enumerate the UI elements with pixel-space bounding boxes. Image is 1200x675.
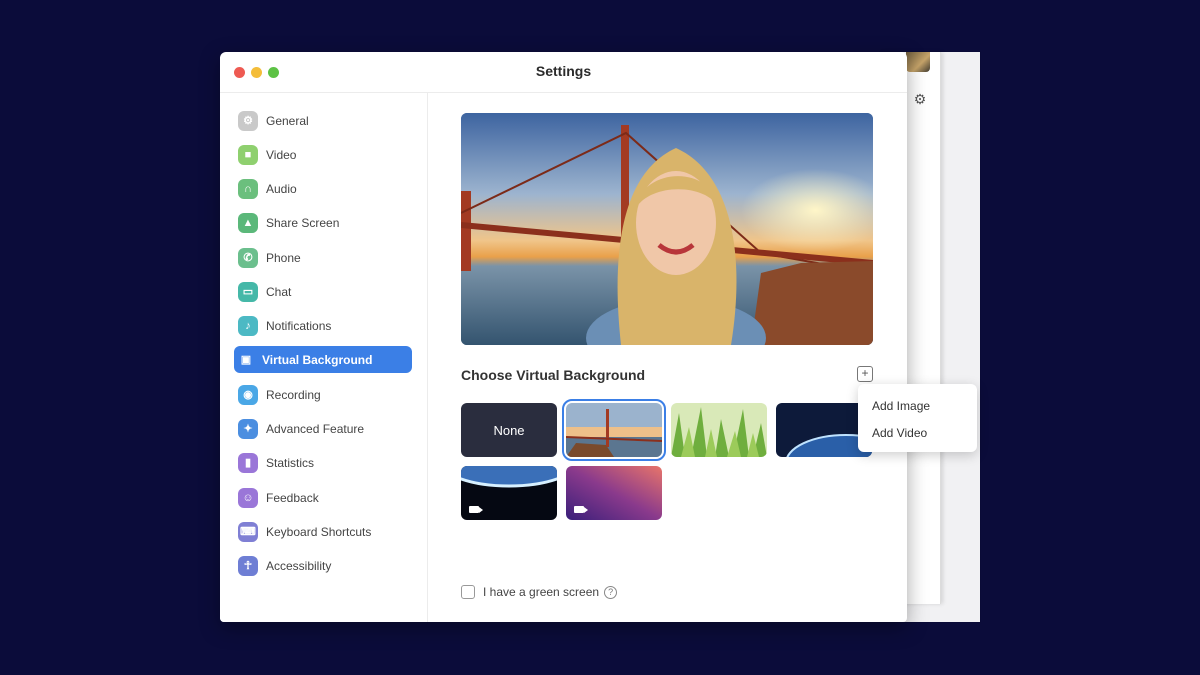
add-background-menu: Add Image Add Video <box>858 384 977 452</box>
sidebar-item-general[interactable]: ⚙ General <box>234 107 412 134</box>
sparkle-icon: ✦ <box>238 418 258 439</box>
title-bar: Settings <box>220 52 907 93</box>
sidebar-item-label: Virtual Background <box>262 352 373 367</box>
sidebar-item-share-screen[interactable]: ▲ Share Screen <box>234 209 412 236</box>
sidebar-item-advanced-feature[interactable]: ✦ Advanced Feature <box>234 415 412 442</box>
add-video-menu-item[interactable]: Add Video <box>872 426 927 440</box>
sidebar-item-label: Chat <box>266 284 292 299</box>
sidebar-item-label: Feedback <box>266 490 319 505</box>
keyboard-icon: ⌨ <box>238 521 258 542</box>
video-icon <box>469 506 483 513</box>
add-image-menu-item[interactable]: Add Image <box>872 399 930 413</box>
headphones-icon: ∩ <box>238 178 258 199</box>
person-icon: ▣ <box>240 354 252 366</box>
choose-background-title: Choose Virtual Background <box>461 367 646 383</box>
accessibility-icon: ☥ <box>238 555 258 576</box>
background-option-none[interactable]: None <box>461 403 557 457</box>
avatar[interactable] <box>906 52 930 72</box>
sidebar-item-statistics[interactable]: ▮ Statistics <box>234 449 412 476</box>
smiley-icon: ☺ <box>238 487 258 508</box>
sidebar-item-feedback[interactable]: ☺ Feedback <box>234 484 412 511</box>
green-screen-label: I have a green screen <box>483 585 600 599</box>
video-icon: ■ <box>238 144 258 165</box>
settings-window: Settings ⚙ General ■ Video ∩ Audio ▲ Sha… <box>220 52 907 622</box>
video-icon <box>574 506 588 513</box>
sidebar-item-chat[interactable]: ▭ Chat <box>234 278 412 305</box>
sidebar-item-label: Advanced Feature <box>266 421 365 436</box>
bar-chart-icon: ▮ <box>238 452 258 473</box>
sidebar-item-label: Statistics <box>266 455 315 470</box>
sidebar-item-notifications[interactable]: ♪ Notifications <box>234 312 412 339</box>
green-screen-checkbox[interactable] <box>461 585 475 599</box>
sidebar-item-label: Phone <box>266 250 301 265</box>
settings-sidebar: ⚙ General ■ Video ∩ Audio ▲ Share Screen… <box>220 93 428 622</box>
phone-icon: ✆ <box>238 247 258 268</box>
background-option-golden-gate[interactable] <box>562 399 666 461</box>
grass-thumbnail <box>671 403 767 457</box>
sidebar-item-label: Video <box>266 147 297 162</box>
sidebar-item-phone[interactable]: ✆ Phone <box>234 244 412 271</box>
window-title: Settings <box>535 63 592 79</box>
virtual-background-panel: Choose Virtual Background + None I have … <box>428 93 907 622</box>
sidebar-item-keyboard-shortcuts[interactable]: ⌨ Keyboard Shortcuts <box>234 518 412 545</box>
sidebar-item-video[interactable]: ■ Video <box>234 141 412 168</box>
sidebar-item-audio[interactable]: ∩ Audio <box>234 175 412 202</box>
help-icon[interactable]: ? <box>604 585 618 599</box>
golden-gate-thumbnail <box>566 403 662 457</box>
green-screen-option: I have a green screen ? <box>461 585 618 599</box>
bell-icon: ♪ <box>238 315 258 336</box>
share-screen-icon: ▲ <box>238 212 258 233</box>
background-option-label: None <box>493 422 525 438</box>
chat-icon: ▭ <box>238 281 258 302</box>
sidebar-item-label: Share Screen <box>266 215 340 230</box>
sidebar-item-label: Audio <box>266 181 297 196</box>
sidebar-item-label: Notifications <box>266 318 332 333</box>
record-icon: ◉ <box>238 384 258 405</box>
gear-icon: ⚙ <box>238 110 258 131</box>
sidebar-item-label: Keyboard Shortcuts <box>266 524 372 539</box>
gear-icon[interactable]: ⚙ <box>913 92 927 106</box>
video-preview <box>461 113 873 345</box>
sidebar-item-label: Accessibility <box>266 558 332 573</box>
add-background-button[interactable]: + <box>857 366 873 382</box>
preview-image <box>461 113 873 345</box>
background-option-grass[interactable] <box>671 403 767 457</box>
sidebar-item-label: General <box>266 113 309 128</box>
sidebar-item-accessibility[interactable]: ☥ Accessibility <box>234 552 412 579</box>
sidebar-item-label: Recording <box>266 387 321 402</box>
sidebar-item-recording[interactable]: ◉ Recording <box>234 381 412 408</box>
background-option-gradient-video[interactable] <box>566 466 662 520</box>
background-option-earth-video[interactable] <box>461 466 557 520</box>
sidebar-item-virtual-background[interactable]: ▣ Virtual Background <box>234 346 412 373</box>
